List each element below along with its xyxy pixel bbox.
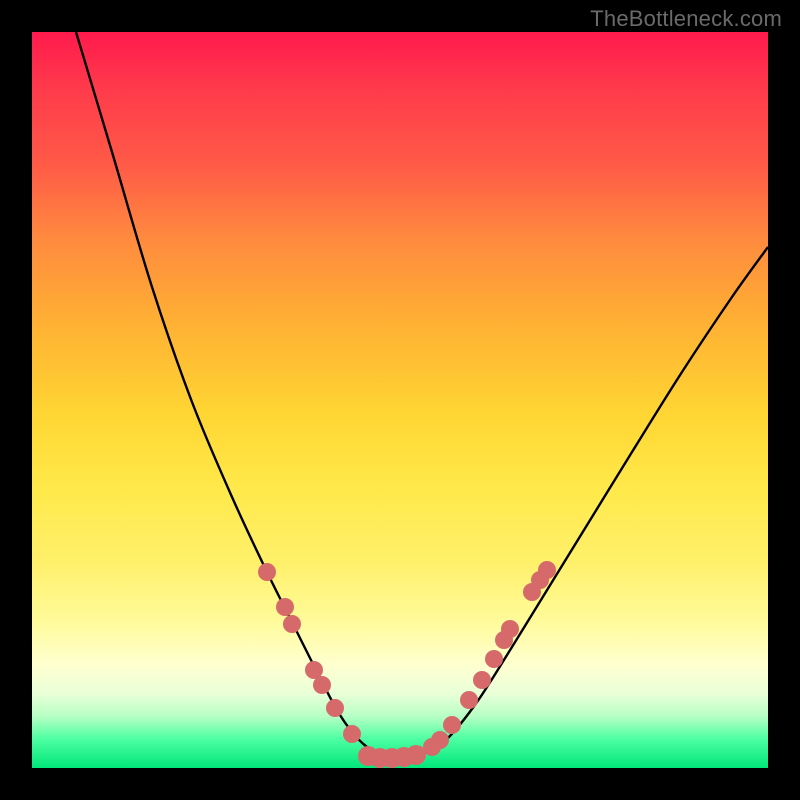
data-marker	[283, 615, 301, 633]
watermark-text: TheBottleneck.com	[590, 6, 782, 32]
data-marker	[343, 725, 361, 743]
data-marker	[313, 676, 331, 694]
data-marker	[431, 731, 449, 749]
data-marker	[485, 650, 503, 668]
data-marker	[460, 691, 478, 709]
data-marker	[406, 745, 426, 765]
markers-left	[258, 563, 361, 743]
data-marker	[473, 671, 491, 689]
curve-group	[76, 32, 768, 758]
bottleneck-chart	[32, 32, 768, 768]
data-marker	[326, 699, 344, 717]
markers-right	[423, 561, 556, 756]
frame: TheBottleneck.com	[0, 0, 800, 800]
bottleneck-curve	[76, 32, 768, 758]
data-marker	[538, 561, 556, 579]
markers-bottom	[358, 745, 426, 768]
data-marker	[443, 716, 461, 734]
data-marker	[276, 598, 294, 616]
data-marker	[258, 563, 276, 581]
plot-area	[32, 32, 768, 768]
data-marker	[501, 620, 519, 638]
